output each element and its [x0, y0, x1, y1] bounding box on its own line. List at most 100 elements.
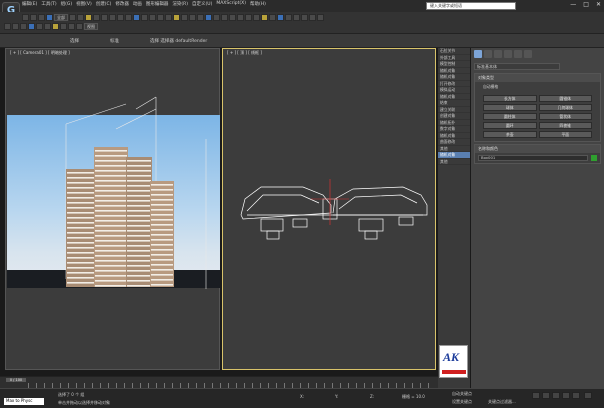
- toolbar-button-icon[interactable]: [133, 14, 140, 21]
- go-to-start-icon[interactable]: [532, 392, 540, 399]
- command-strip-item[interactable]: 其他: [438, 159, 470, 165]
- object-type-button[interactable]: 管状体: [538, 113, 592, 120]
- menu-item[interactable]: MAXScript(X): [216, 1, 246, 7]
- view-dropdown[interactable]: 视图: [84, 23, 98, 30]
- object-category-dropdown[interactable]: 标准基本体: [474, 63, 560, 70]
- toolbar-button-icon[interactable]: [125, 14, 132, 21]
- menu-item[interactable]: 动画: [133, 1, 142, 7]
- toolbar-button-icon[interactable]: [245, 14, 252, 21]
- object-type-button[interactable]: 平面: [538, 131, 592, 138]
- toolbar-button-icon[interactable]: [93, 14, 100, 21]
- menu-item[interactable]: 编辑(E): [22, 1, 37, 7]
- menu-item[interactable]: 视图(V): [76, 1, 92, 7]
- rollout-header[interactable]: 名称和颜色: [475, 145, 600, 153]
- object-type-button[interactable]: 茶壶: [483, 131, 537, 138]
- menu-item[interactable]: 创建(C): [96, 1, 112, 7]
- object-type-button[interactable]: 圆锥体: [538, 95, 592, 102]
- object-type-button[interactable]: 圆柱体: [483, 113, 537, 120]
- hierarchy-tab-icon[interactable]: [494, 50, 502, 58]
- perspective-viewport[interactable]: [ + ] [ Camera01 ] [ 明暗处理 ]: [5, 48, 220, 370]
- toolbar-button-icon[interactable]: [46, 14, 53, 21]
- toolbar-button-icon[interactable]: [293, 14, 300, 21]
- maxscript-listener[interactable]: Max to Physc: [4, 398, 44, 405]
- toolbar-button-icon[interactable]: [28, 23, 35, 30]
- toolbar-button-icon[interactable]: [173, 14, 180, 21]
- menu-item[interactable]: 帮助(H): [250, 1, 266, 7]
- object-type-button[interactable]: 长方体: [483, 95, 537, 102]
- rollout-header[interactable]: 对象类型: [475, 74, 600, 82]
- object-type-button[interactable]: 圆环: [483, 122, 537, 129]
- menu-item[interactable]: 自定义(U): [192, 1, 212, 7]
- motion-tab-icon[interactable]: [504, 50, 512, 58]
- toolbar-button-icon[interactable]: [197, 14, 204, 21]
- toolbar-button-icon[interactable]: [149, 14, 156, 21]
- object-color-swatch[interactable]: [591, 155, 597, 161]
- toolbar-button-icon[interactable]: [109, 14, 116, 21]
- toolbar-button-icon[interactable]: [253, 14, 260, 21]
- toolbar-button-icon[interactable]: [4, 23, 11, 30]
- toolbar-button-icon[interactable]: [237, 14, 244, 21]
- toolbar-button-icon[interactable]: [38, 14, 45, 21]
- toolbar-button-icon[interactable]: [69, 14, 76, 21]
- toolbar-button-icon[interactable]: [165, 14, 172, 21]
- time-slider[interactable]: 0 / 100: [6, 378, 26, 382]
- toolbar-button-icon[interactable]: [12, 23, 19, 30]
- previous-frame-icon[interactable]: [542, 392, 550, 399]
- toolbar-button-icon[interactable]: [205, 14, 212, 21]
- ribbon-tab-selection[interactable]: 选择: [70, 38, 79, 44]
- menu-item[interactable]: 修改器: [115, 1, 129, 7]
- next-frame-icon[interactable]: [562, 392, 570, 399]
- toolbar-button-icon[interactable]: [141, 14, 148, 21]
- auto-grid-checkbox[interactable]: 自动栅格: [475, 82, 600, 92]
- toolbar-button-icon[interactable]: [229, 14, 236, 21]
- create-tab-icon[interactable]: [474, 50, 482, 58]
- object-type-button[interactable]: 几何球体: [538, 104, 592, 111]
- menu-item[interactable]: 渲染(R): [172, 1, 188, 7]
- toolbar-button-icon[interactable]: [76, 23, 83, 30]
- close-button[interactable]: ✕: [596, 1, 601, 8]
- toolbar-button-icon[interactable]: [189, 14, 196, 21]
- play-icon[interactable]: [552, 392, 560, 399]
- toolbar-button-icon[interactable]: [285, 14, 292, 21]
- display-tab-icon[interactable]: [514, 50, 522, 58]
- toolbar-button-icon[interactable]: [261, 14, 268, 21]
- toolbar-button-icon[interactable]: [52, 23, 59, 30]
- toolbar-button-icon[interactable]: [277, 14, 284, 21]
- menu-item[interactable]: 组(G): [61, 1, 73, 7]
- toolbar-button-icon[interactable]: [301, 14, 308, 21]
- toolbar-button-icon[interactable]: [77, 14, 84, 21]
- toolbar-button-icon[interactable]: [181, 14, 188, 21]
- toolbar-button-icon[interactable]: [309, 14, 316, 21]
- object-name-field[interactable]: Box001: [478, 155, 588, 161]
- minimize-button[interactable]: —: [570, 1, 576, 8]
- modify-tab-icon[interactable]: [484, 50, 492, 58]
- toolbar-button-icon[interactable]: [213, 14, 220, 21]
- object-type-button[interactable]: 球体: [483, 104, 537, 111]
- toolbar-button-icon[interactable]: [157, 14, 164, 21]
- toolbar-button-icon[interactable]: [68, 23, 75, 30]
- maximize-button[interactable]: □: [583, 1, 589, 8]
- object-type-button[interactable]: 四棱锥: [538, 122, 592, 129]
- selection-filter-dropdown[interactable]: 全部: [54, 14, 68, 21]
- auto-key-button[interactable]: 自动关键点: [452, 391, 472, 397]
- set-key-button[interactable]: 设置关键点: [452, 399, 472, 405]
- utilities-tab-icon[interactable]: [524, 50, 532, 58]
- toolbar-button-icon[interactable]: [30, 14, 37, 21]
- toolbar-button-icon[interactable]: [317, 14, 324, 21]
- toolbar-button-icon[interactable]: [44, 23, 51, 30]
- menu-item[interactable]: 图形编辑器: [146, 1, 169, 7]
- go-to-end-icon[interactable]: [572, 392, 580, 399]
- toolbar-button-icon[interactable]: [101, 14, 108, 21]
- top-viewport[interactable]: [ + ] [ 顶 ] [ 线框 ]: [222, 48, 436, 370]
- search-input[interactable]: 键入关键字或短语: [426, 2, 516, 10]
- ribbon-tab-standard[interactable]: 标准: [110, 38, 119, 44]
- toolbar-button-icon[interactable]: [22, 14, 29, 21]
- orbit-icon[interactable]: [584, 392, 592, 399]
- toolbar-button-icon[interactable]: [221, 14, 228, 21]
- toolbar-button-icon[interactable]: [117, 14, 124, 21]
- menu-item[interactable]: 工具(T): [41, 1, 56, 7]
- toolbar-button-icon[interactable]: [85, 14, 92, 21]
- key-filters-button[interactable]: 关键点过滤器...: [488, 399, 516, 405]
- toolbar-button-icon[interactable]: [60, 23, 67, 30]
- toolbar-button-icon[interactable]: [20, 23, 27, 30]
